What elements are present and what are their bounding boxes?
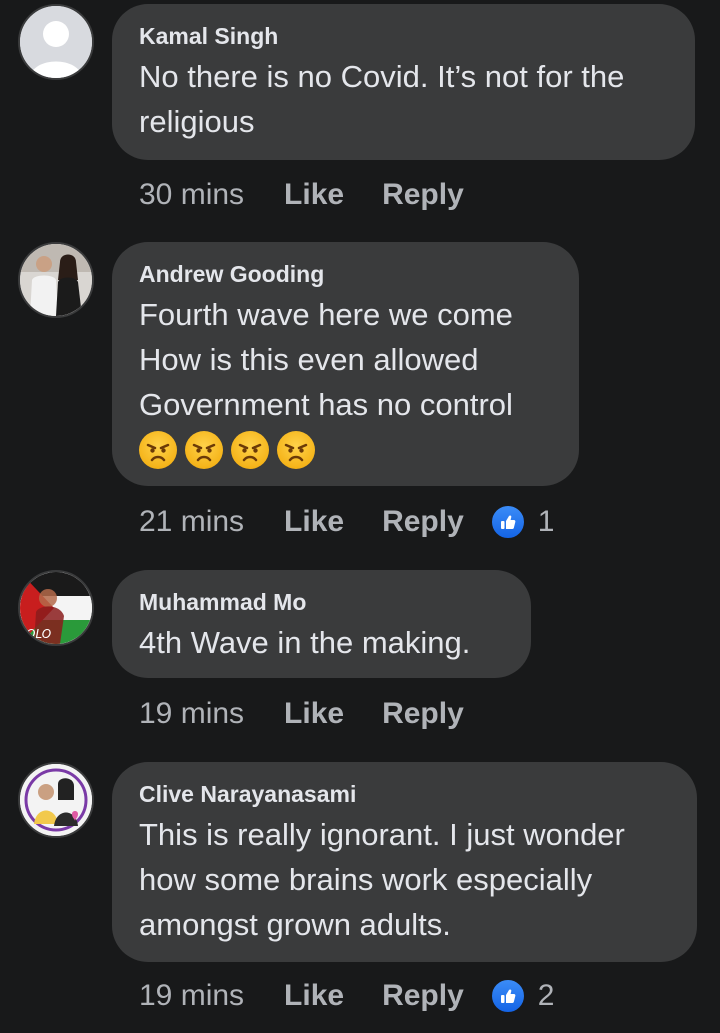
reply-button[interactable]: Reply bbox=[382, 178, 464, 212]
comment-author[interactable]: Clive Narayanasami bbox=[139, 780, 671, 808]
flag-avatar-icon: OLO bbox=[20, 572, 92, 644]
reply-button[interactable]: Reply bbox=[382, 979, 464, 1013]
comment-time[interactable]: 21 mins bbox=[139, 505, 244, 539]
comment-actions: 19 mins Like Reply bbox=[139, 694, 502, 734]
comment-author[interactable]: Kamal Singh bbox=[139, 22, 669, 50]
comment-text: Fourth wave here we come How is this eve… bbox=[139, 297, 513, 422]
comment-actions: 19 mins Like Reply 2 bbox=[139, 976, 554, 1016]
comment-bubble: Muhammad Mo 4th Wave in the making. bbox=[112, 570, 531, 678]
comment-text: No there is no Covid. It’s not for the r… bbox=[139, 59, 625, 139]
reply-button[interactable]: Reply bbox=[382, 697, 464, 731]
comment-bubble: Andrew Gooding Fourth wave here we come … bbox=[112, 242, 579, 486]
reaction-count: 1 bbox=[537, 505, 555, 538]
emoji-row bbox=[139, 431, 553, 471]
comment-author[interactable]: Andrew Gooding bbox=[139, 260, 553, 288]
comment-time[interactable]: 19 mins bbox=[139, 979, 244, 1013]
like-button[interactable]: Like bbox=[284, 178, 344, 212]
like-button[interactable]: Like bbox=[284, 979, 344, 1013]
comment-text: This is really ignorant. I just wonder h… bbox=[139, 817, 625, 942]
avatar[interactable] bbox=[18, 4, 94, 80]
comment-actions: 30 mins Like Reply bbox=[139, 175, 502, 215]
photo-frame-avatar-icon bbox=[20, 764, 92, 836]
photo-avatar-icon bbox=[20, 244, 92, 316]
reply-button[interactable]: Reply bbox=[382, 505, 464, 539]
comment-actions: 21 mins Like Reply 1 bbox=[139, 502, 554, 542]
angry-face-icon bbox=[231, 431, 269, 469]
avatar[interactable]: OLO bbox=[18, 570, 94, 646]
comment-author[interactable]: Muhammad Mo bbox=[139, 588, 505, 616]
avatar[interactable] bbox=[18, 762, 94, 838]
comment-text: 4th Wave in the making. bbox=[139, 625, 471, 660]
thumbs-up-icon bbox=[489, 504, 526, 540]
like-button[interactable]: Like bbox=[284, 505, 344, 539]
default-avatar-icon bbox=[20, 6, 92, 78]
like-button[interactable]: Like bbox=[284, 697, 344, 731]
avatar[interactable] bbox=[18, 242, 94, 318]
angry-face-icon bbox=[277, 431, 315, 469]
comment-time[interactable]: 19 mins bbox=[139, 697, 244, 731]
angry-face-icon bbox=[185, 431, 223, 469]
comment-bubble: Kamal Singh No there is no Covid. It’s n… bbox=[112, 4, 695, 160]
angry-face-icon bbox=[139, 431, 177, 469]
thumbs-up-icon bbox=[489, 978, 526, 1014]
reaction-summary[interactable]: 1 bbox=[489, 504, 555, 540]
avatar-text: OLO bbox=[26, 627, 51, 641]
comment-time[interactable]: 30 mins bbox=[139, 178, 244, 212]
comment-bubble: Clive Narayanasami This is really ignora… bbox=[112, 762, 697, 962]
reaction-count: 2 bbox=[537, 979, 555, 1012]
reaction-summary[interactable]: 2 bbox=[489, 978, 555, 1014]
